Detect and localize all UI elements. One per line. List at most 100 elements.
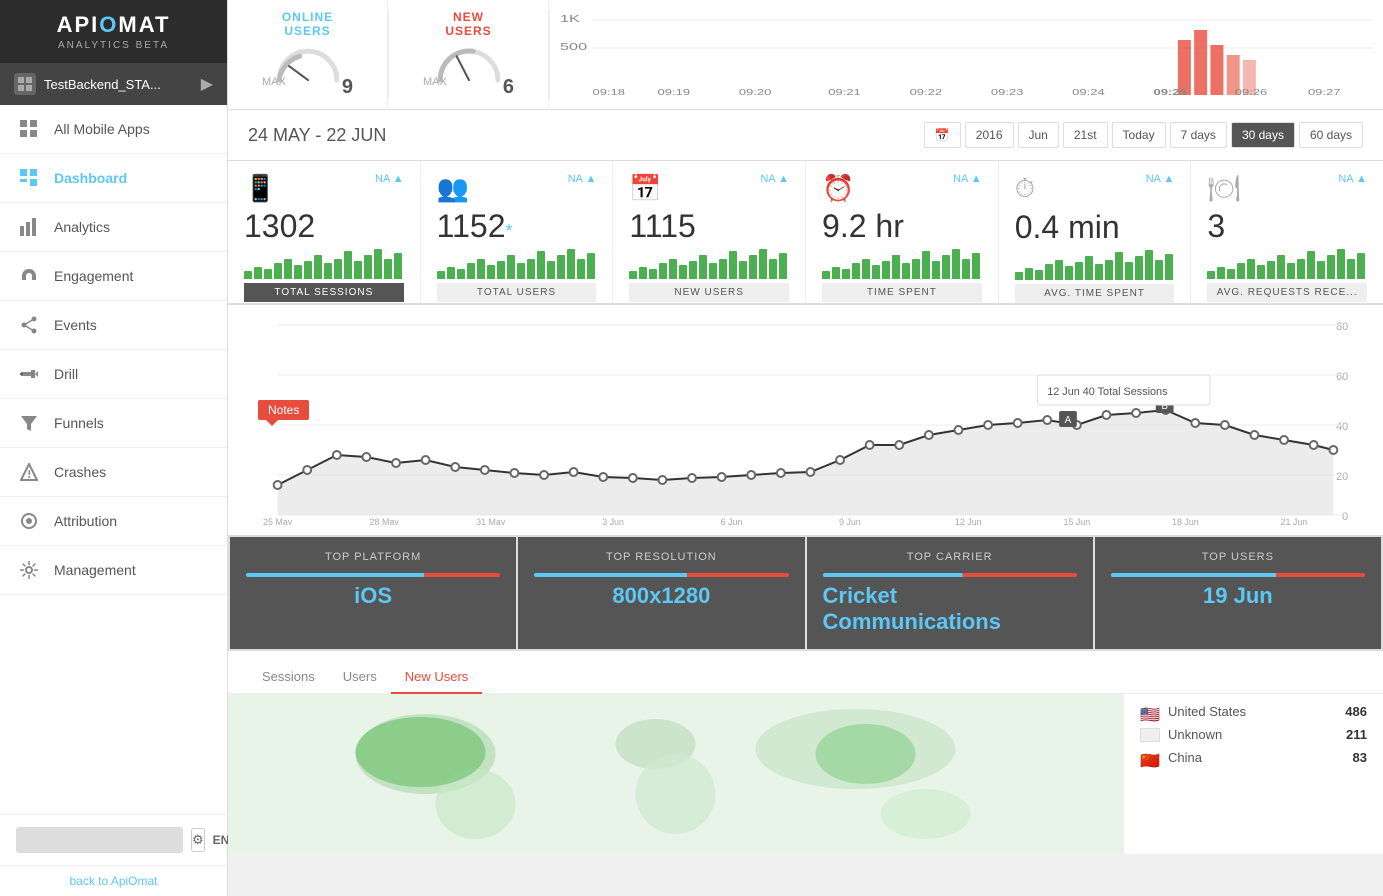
users-value: 1152* <box>437 208 597 245</box>
sidebar-item-engagement[interactable]: Engagement <box>0 252 227 301</box>
metric-avg-time[interactable]: ⏱ NA ▲ 0.4 min AVG. TIME SPENT <box>999 161 1192 303</box>
platform-value: iOS <box>354 583 392 609</box>
sidebar-item-management[interactable]: Management <box>0 546 227 595</box>
geo-tab-new-users[interactable]: New Users <box>391 661 483 694</box>
usa-flag: 🇺🇸 <box>1140 705 1160 719</box>
china-country: China <box>1168 750 1353 765</box>
dashboard-scroll: 24 MAY - 22 JUN 📅 2016 Jun 21st Today 7 … <box>228 110 1383 896</box>
language-selector[interactable]: EN <box>213 833 230 847</box>
time-bars <box>822 249 982 279</box>
svg-text:9 Jun: 9 Jun <box>839 517 861 525</box>
sidebar-item-funnels[interactable]: Funnels <box>0 399 227 448</box>
svg-text:A: A <box>1065 415 1072 426</box>
sidebar-item-crashes[interactable]: Crashes <box>0 448 227 497</box>
sidebar-item-label: Analytics <box>54 219 110 235</box>
60days-button[interactable]: 60 days <box>1299 122 1363 148</box>
day-button[interactable]: 21st <box>1063 122 1108 148</box>
chart-icon <box>18 216 40 238</box>
chart-area: 80 60 40 20 0 <box>228 305 1383 535</box>
svg-text:09:20: 09:20 <box>739 88 772 97</box>
geo-tab-users[interactable]: Users <box>329 661 391 694</box>
sidebar-item-all-apps[interactable]: All Mobile Apps <box>0 105 227 154</box>
svg-text:31 May: 31 May <box>476 517 506 525</box>
sidebar-item-label: Attribution <box>54 513 117 529</box>
resolution-value: 800x1280 <box>612 583 710 609</box>
svg-text:15 Jun: 15 Jun <box>1064 517 1091 525</box>
online-users-label: ONLINEUSERS <box>282 10 333 39</box>
requests-na: NA ▲ <box>1338 173 1367 185</box>
svg-text:60: 60 <box>1336 371 1348 383</box>
svg-text:1K: 1K <box>560 13 580 24</box>
users-icon: 👥 <box>437 173 469 204</box>
logo-subtitle: ANALYTICS BETA <box>58 40 169 51</box>
svg-text:09:27: 09:27 <box>1308 88 1341 97</box>
7days-button[interactable]: 7 days <box>1170 122 1227 148</box>
metric-new-users[interactable]: 📅 NA ▲ 1115 NEW USERS <box>613 161 806 303</box>
avg-time-value: 0.4 min <box>1015 209 1175 246</box>
today-button[interactable]: Today <box>1112 122 1166 148</box>
time-icon: ⏰ <box>822 173 854 204</box>
sessions-value: 1302 <box>244 208 404 245</box>
date-header: 24 MAY - 22 JUN 📅 2016 Jun 21st Today 7 … <box>228 110 1383 161</box>
30days-button[interactable]: 30 days <box>1231 122 1295 148</box>
top-resolution-card: TOP RESOLUTION 800x1280 <box>518 537 804 649</box>
settings-button[interactable]: ⚙ <box>191 828 205 852</box>
metric-total-sessions[interactable]: 📱 NA ▲ 1302 TOTAL SESSIONS <box>228 161 421 303</box>
platform-label: TOP PLATFORM <box>325 551 421 563</box>
sidebar-item-dashboard[interactable]: Dashboard <box>0 154 227 203</box>
unknown-count: 211 <box>1346 727 1367 742</box>
notes-marker[interactable]: Notes <box>258 400 309 426</box>
chevron-right-icon: ▶ <box>201 74 213 94</box>
china-flag: 🇨🇳 <box>1140 751 1160 765</box>
warning-icon <box>18 461 40 483</box>
sidebar-bottom: ⚙ EN <box>0 814 227 865</box>
sidebar-item-label: Engagement <box>54 268 133 284</box>
unknown-flag <box>1140 728 1160 742</box>
sidebar-item-drill[interactable]: Drill <box>0 350 227 399</box>
china-count: 83 <box>1353 750 1367 765</box>
avg-time-bars <box>1015 250 1175 280</box>
svg-text:21 Jun: 21 Jun <box>1281 517 1308 525</box>
svg-text:40: 40 <box>1336 421 1348 433</box>
new-users-gauge: NEWUSERS MAX 6 <box>389 0 549 109</box>
resolution-label: TOP RESOLUTION <box>606 551 717 563</box>
requests-value: 3 <box>1207 208 1367 245</box>
resolution-bar <box>534 573 788 577</box>
metric-time-spent[interactable]: ⏰ NA ▲ 9.2 hr TIME SPENT <box>806 161 999 303</box>
metrics-row: 📱 NA ▲ 1302 TOTAL SESSIONS 👥 NA ▲ 1152* <box>228 161 1383 305</box>
line-chart: 80 60 40 20 0 <box>248 315 1363 525</box>
app-selector[interactable]: TestBackend_STA... ▶ <box>0 63 227 105</box>
new-users-value: 1115 <box>629 208 789 245</box>
metric-avg-requests[interactable]: 🍽 NA ▲ 3 AVG. REQUESTS RECE... <box>1191 161 1383 303</box>
svg-text:09:23: 09:23 <box>991 88 1024 97</box>
calendar-button[interactable]: 📅 <box>924 122 961 148</box>
time-value: 9.2 hr <box>822 208 982 245</box>
users-bars <box>437 249 597 279</box>
sidebar-item-attribution[interactable]: Attribution <box>0 497 227 546</box>
usa-country: United States <box>1168 704 1345 719</box>
svg-text:09:18: 09:18 <box>593 88 626 97</box>
sidebar-item-label: All Mobile Apps <box>54 121 150 137</box>
geo-tab-sessions[interactable]: Sessions <box>248 661 329 694</box>
search-input[interactable] <box>16 827 183 853</box>
month-button[interactable]: Jun <box>1018 122 1059 148</box>
nav-list: All Mobile Apps Dashboard Analytics Enga… <box>0 105 227 595</box>
avg-time-na: NA ▲ <box>1146 173 1175 185</box>
geo-section: Sessions Users New Users <box>228 651 1383 854</box>
svg-text:09:22: 09:22 <box>910 88 943 97</box>
map-svg <box>228 694 1123 854</box>
grid-icon <box>18 118 40 140</box>
filter-icon <box>18 412 40 434</box>
sidebar-item-analytics[interactable]: Analytics <box>0 203 227 252</box>
svg-text:18 Jun: 18 Jun <box>1172 517 1199 525</box>
back-to-apiomat-link[interactable]: back to ApiOmat <box>0 865 227 896</box>
sessions-bars <box>244 249 404 279</box>
year-button[interactable]: 2016 <box>965 122 1014 148</box>
users-na: NA ▲ <box>568 173 597 185</box>
sidebar-item-label: Crashes <box>54 464 106 480</box>
sidebar-item-events[interactable]: Events <box>0 301 227 350</box>
metric-total-users[interactable]: 👥 NA ▲ 1152* TOTAL USERS <box>421 161 614 303</box>
platform-bar <box>246 573 500 577</box>
svg-text:28 May: 28 May <box>370 517 400 525</box>
requests-icon: 🍽 <box>1207 173 1240 204</box>
